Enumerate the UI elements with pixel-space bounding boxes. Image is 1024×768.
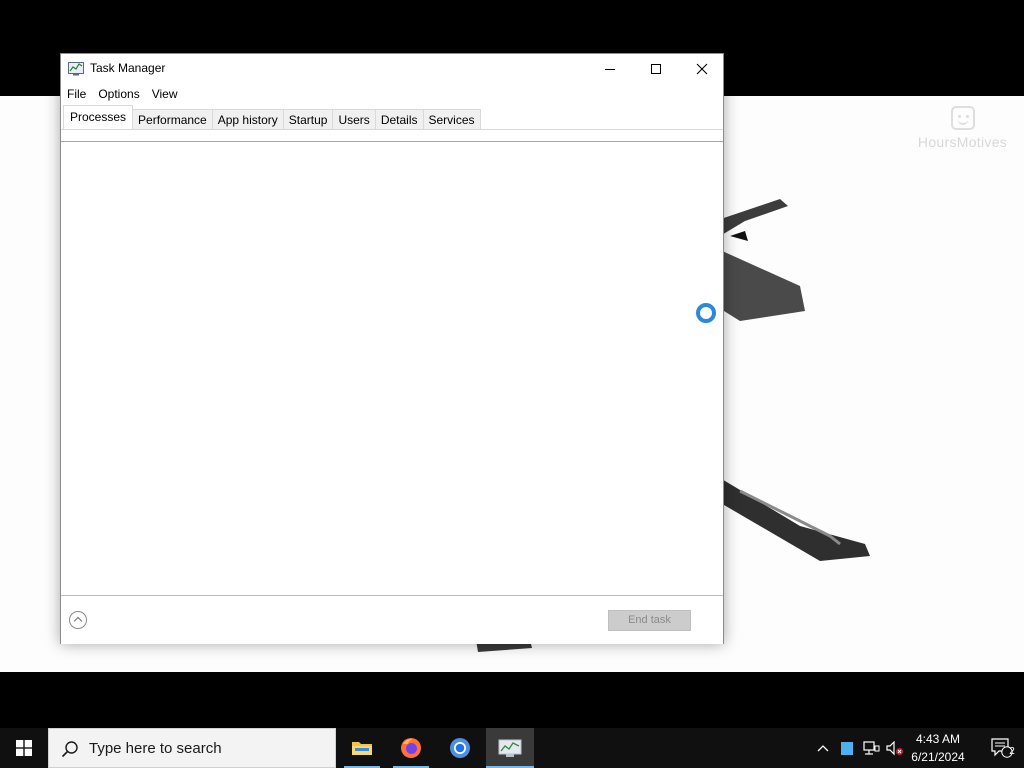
- tab-performance[interactable]: Performance: [132, 109, 213, 129]
- clock-time: 4:43 AM: [915, 732, 961, 746]
- action-center-button[interactable]: 2: [980, 728, 1024, 768]
- menu-file[interactable]: File: [61, 85, 92, 104]
- volume-button[interactable]: [884, 728, 906, 768]
- tray-app-button[interactable]: [838, 728, 856, 768]
- close-button[interactable]: [679, 54, 725, 84]
- title-bar[interactable]: Task Manager: [61, 54, 723, 84]
- taskbar-firefox[interactable]: [387, 728, 435, 768]
- clock-date: 6/21/2024: [911, 750, 965, 764]
- maximize-button[interactable]: [633, 54, 679, 84]
- tab-strip: Processes Performance App history Startu…: [61, 105, 723, 130]
- tab-users[interactable]: Users: [332, 109, 376, 129]
- minimize-icon: [605, 69, 615, 70]
- minimize-button[interactable]: [587, 54, 633, 84]
- maximize-icon: [651, 64, 661, 74]
- chrome-icon: [450, 738, 470, 758]
- end-task-button[interactable]: End task: [608, 610, 691, 631]
- firefox-icon: [401, 738, 421, 758]
- taskbar-task-manager[interactable]: [486, 728, 534, 768]
- fewer-details-icon[interactable]: [69, 611, 87, 629]
- tab-details[interactable]: Details: [374, 109, 424, 129]
- notification-count: 2: [1009, 746, 1015, 757]
- show-hidden-icons-button[interactable]: [812, 728, 834, 768]
- watermark-logo-icon: [951, 106, 975, 130]
- task-manager-window: Task Manager File Options View Processes…: [60, 53, 724, 644]
- close-icon: [696, 63, 708, 75]
- search-icon: [61, 741, 78, 758]
- task-manager-icon: [498, 739, 522, 757]
- taskbar-clock[interactable]: 4:43 AM 6/21/2024: [905, 730, 971, 766]
- volume-muted-icon: [886, 740, 903, 755]
- network-button[interactable]: [860, 728, 882, 768]
- menu-bar: File Options View: [61, 84, 184, 104]
- network-icon: [862, 740, 879, 755]
- tab-app-history[interactable]: App history: [211, 109, 284, 129]
- start-button[interactable]: [0, 728, 48, 768]
- taskbar: Type here to search 4:43 AM 6/21/2024 2: [0, 728, 1024, 768]
- watermark-text: HoursMotives: [917, 134, 1008, 150]
- menu-view[interactable]: View: [146, 85, 184, 104]
- tray-app-icon: [841, 741, 853, 755]
- busy-cursor-icon: [696, 303, 716, 323]
- windows-logo-icon: [16, 740, 32, 756]
- taskbar-search-box[interactable]: Type here to search: [48, 728, 336, 768]
- taskbar-chrome[interactable]: [436, 728, 484, 768]
- menu-options[interactable]: Options: [92, 85, 145, 104]
- window-footer: End task: [61, 595, 723, 644]
- processes-list-area[interactable]: [61, 142, 723, 595]
- folder-icon: [352, 742, 372, 755]
- tab-services[interactable]: Services: [422, 109, 481, 129]
- window-title: Task Manager: [90, 61, 166, 75]
- wallpaper-watermark: HoursMotives: [905, 106, 1020, 156]
- search-placeholder: Type here to search: [89, 740, 222, 757]
- taskbar-file-explorer[interactable]: [338, 728, 386, 768]
- task-manager-app-icon: [68, 62, 84, 76]
- tab-processes[interactable]: Processes: [63, 105, 134, 129]
- tab-startup[interactable]: Startup: [282, 109, 334, 129]
- chevron-up-icon: [817, 745, 829, 752]
